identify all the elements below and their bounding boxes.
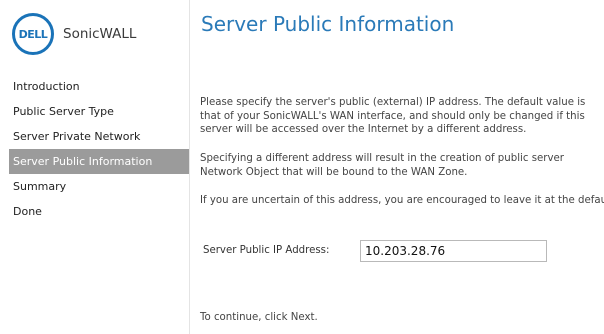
description-paragraph-2: Specifying a different address will resu… — [200, 153, 564, 178]
page-title: Server Public Information — [201, 12, 455, 36]
nav-item-server-private-network[interactable]: Server Private Network — [0, 124, 189, 149]
description-paragraph-1: Please specify the server's public (exte… — [200, 97, 586, 135]
nav-item-introduction[interactable]: Introduction — [0, 74, 189, 99]
server-public-ip-input[interactable] — [360, 240, 547, 262]
description-paragraph-3: If you are uncertain of this address, yo… — [200, 195, 604, 206]
product-name: SonicWALL — [63, 26, 137, 42]
nav-item-public-server-type[interactable]: Public Server Type — [0, 99, 189, 124]
sidebar: DELL SonicWALL Introduction Public Serve… — [0, 0, 190, 334]
dell-logo-text: DELL — [18, 27, 48, 41]
dell-logo-icon: DELL — [12, 13, 54, 55]
wizard-steps-nav: Introduction Public Server Type Server P… — [0, 74, 189, 224]
server-public-ip-label: Server Public IP Address: — [203, 245, 330, 256]
dell-sonicwall-logo: DELL SonicWALL — [12, 13, 136, 55]
nav-item-summary[interactable]: Summary — [0, 174, 189, 199]
nav-item-server-public-information[interactable]: Server Public Information — [9, 149, 189, 174]
continue-instruction: To continue, click Next. — [200, 312, 318, 323]
nav-item-done[interactable]: Done — [0, 199, 189, 224]
